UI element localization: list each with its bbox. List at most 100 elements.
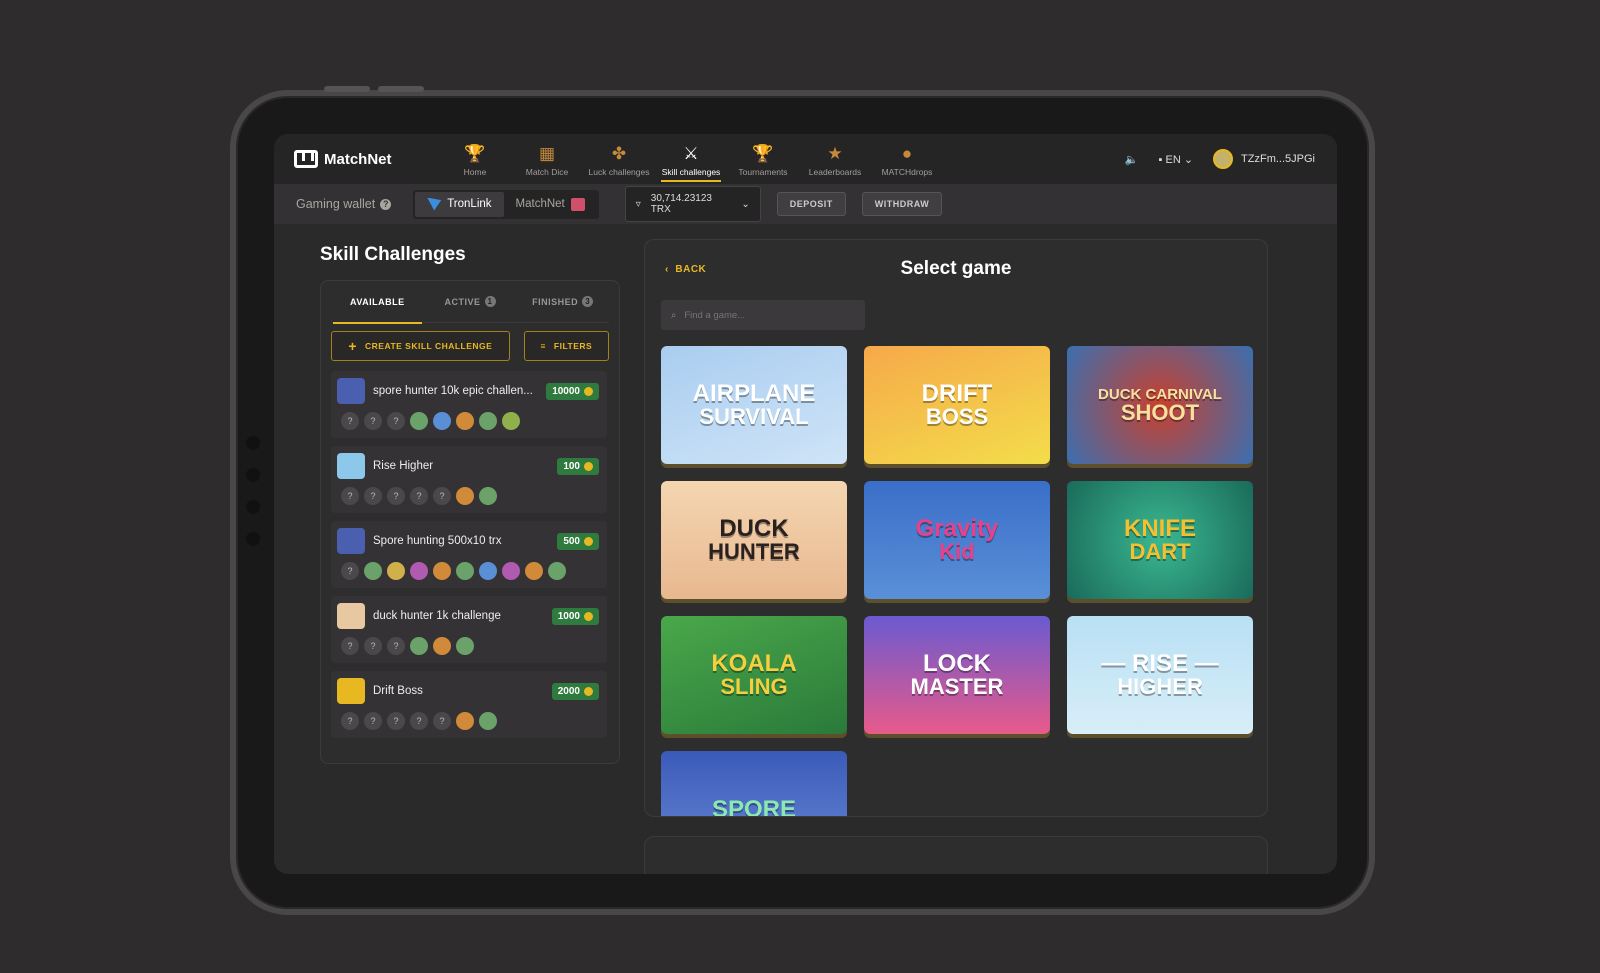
nav-item-skill-challenges[interactable]: ⚔ Skill challenges <box>655 136 727 182</box>
trophy-icon: 🏆 <box>752 143 774 163</box>
prize-badge: 100 <box>557 457 599 475</box>
game-card[interactable]: KOALA SLING <box>661 616 847 734</box>
create-skill-challenge-button[interactable]: + CREATE SKILL CHALLENGE <box>331 331 510 361</box>
balance-dropdown[interactable]: ▿ 30,714.23123 TRX ⌄ <box>624 186 761 222</box>
game-title-line2: SURVIVAL <box>699 404 809 429</box>
search-icon: ⌕ <box>671 309 677 321</box>
empty-slot-icon: ? <box>410 487 428 505</box>
game-card[interactable]: — RISE — HIGHER <box>1067 616 1253 734</box>
game-title: LOCK MASTER <box>911 652 1004 698</box>
game-title-line1: DUCK <box>719 515 789 542</box>
nav-item-leaderboards[interactable]: ★ Leaderboards <box>799 136 871 182</box>
game-card[interactable]: DRIFT BOSS <box>864 346 1050 464</box>
tab-finished[interactable]: FINISHED 3 <box>516 281 609 323</box>
logo-text: MatchNet <box>324 150 392 168</box>
trophy-key-icon: 🏆 <box>464 143 486 163</box>
empty-slot-icon: ? <box>364 412 382 430</box>
coin-icon <box>584 611 593 621</box>
challenge-name: Rise Higher <box>373 460 434 472</box>
matchnet-logo-icon <box>294 150 318 168</box>
challenge-name: Spore hunting 500x10 trx <box>373 535 502 547</box>
challenges-panel: AVAILABLE ACTIVE 1 FINISHED 3 + CREATE SKI… <box>320 280 620 764</box>
empty-slot-icon: ? <box>364 487 382 505</box>
list-item[interactable]: duck hunter 1k challenge 1000??? <box>331 596 607 663</box>
tab-available[interactable]: AVAILABLE <box>331 281 424 324</box>
player-avatar <box>548 562 566 580</box>
empty-slot-icon: ? <box>364 712 382 730</box>
matchnet-logo[interactable]: MatchNet <box>294 150 439 168</box>
list-item[interactable]: Rise Higher 100????? <box>331 446 607 513</box>
prize-badge: 2000 <box>551 682 599 700</box>
game-title-line1: KOALA <box>711 650 797 677</box>
player-avatar <box>502 562 520 580</box>
help-icon[interactable]: ? <box>380 198 392 210</box>
tab-matchnet[interactable]: MatchNet <box>504 192 597 217</box>
prize-value: 500 <box>563 535 580 547</box>
game-search[interactable]: ⌕ <box>661 300 865 330</box>
game-card[interactable]: DUCK HUNTER <box>661 481 847 599</box>
tab-active[interactable]: ACTIVE 1 <box>424 281 517 323</box>
tab-tronlink[interactable]: TronLink <box>415 191 504 217</box>
player-avatar <box>387 562 405 580</box>
skill-challenges-section: Skill Challenges AVAILABLE ACTIVE 1 FINIS… <box>320 244 620 764</box>
challenge-tabs: AVAILABLE ACTIVE 1 FINISHED 3 <box>331 281 609 324</box>
nav-item-home[interactable]: 🏆 Home <box>439 136 511 182</box>
game-title-line2: MASTER <box>910 674 1004 699</box>
empty-slot-icon: ? <box>387 637 405 655</box>
deposit-button[interactable]: DEPOSIT <box>776 192 846 216</box>
challenge-thumbnail <box>337 378 365 404</box>
tab-tronlink-label: TronLink <box>447 198 492 210</box>
star-icon: ★ <box>827 143 843 163</box>
player-slots: ??? <box>337 637 599 655</box>
empty-slot-icon: ? <box>387 412 405 430</box>
game-card[interactable]: DUCK CARNIVAL SHOOT <box>1067 346 1253 464</box>
game-title: Gravity Kid <box>916 517 999 563</box>
challenge-actions: + CREATE SKILL CHALLENGE ≡ FILTERS <box>331 331 609 361</box>
nav-item-luck-challenges[interactable]: ✤ Luck challenges <box>583 136 655 182</box>
nav-item-label: Luck challenges <box>588 166 650 177</box>
challenge-name: spore hunter 10k epic challen... <box>373 385 533 397</box>
game-card[interactable]: LOCK MASTER <box>864 616 1050 734</box>
prize-value: 100 <box>563 460 580 472</box>
list-item[interactable]: Drift Boss 2000????? <box>331 671 607 738</box>
empty-slot-icon: ? <box>433 712 451 730</box>
game-card[interactable]: SPORE <box>661 751 847 816</box>
game-title-line2: SLING <box>720 674 788 699</box>
game-card[interactable]: KNIFE DART <box>1067 481 1253 599</box>
nav-item-tournaments[interactable]: 🏆 Tournaments <box>727 136 799 182</box>
tab-available-label: AVAILABLE <box>350 296 405 307</box>
game-card[interactable]: AIRPLANE SURVIVAL <box>661 346 847 464</box>
game-card[interactable]: Gravity Kid <box>864 481 1050 599</box>
challenge-name: duck hunter 1k challenge <box>373 610 501 622</box>
sound-icon[interactable]: 🔈 <box>1125 153 1139 166</box>
challenge-thumbnail <box>337 528 365 554</box>
language-selector[interactable]: ▪ EN ⌄ <box>1159 153 1194 166</box>
nav-item-match-dice[interactable]: ▦ Match Dice <box>511 136 583 182</box>
game-title-line1: KNIFE <box>1124 515 1196 542</box>
top-navigation: MatchNet 🏆 Home ▦ Match Dice ✤ Luck challenge… <box>274 134 1337 184</box>
challenge-list[interactable]: spore hunter 10k epic challen... 10000???… <box>331 371 609 763</box>
prize-badge: 1000 <box>551 607 599 625</box>
player-slots: ????? <box>337 712 599 730</box>
empty-slot-icon: ? <box>341 487 359 505</box>
withdraw-button[interactable]: WITHDRAW <box>861 192 943 216</box>
nav-item-label: Tournaments <box>738 166 788 177</box>
nav-item-matchdrops[interactable]: ● MATCHdrops <box>871 136 943 182</box>
challenge-header: duck hunter 1k challenge 1000 <box>337 603 599 629</box>
game-title-line2: HUNTER <box>708 539 800 564</box>
search-input[interactable] <box>684 309 845 321</box>
player-avatar <box>479 487 497 505</box>
game-title-line2: SHOOT <box>1120 399 1200 425</box>
empty-slot-icon: ? <box>433 487 451 505</box>
user-menu[interactable]: TZzFm...5JPGi <box>1213 149 1315 169</box>
list-item[interactable]: spore hunter 10k epic challen... 10000??? <box>331 371 607 438</box>
bottom-panel <box>644 836 1268 874</box>
list-item[interactable]: Spore hunting 500x10 trx 500? <box>331 521 607 588</box>
prize-value: 2000 <box>557 685 580 697</box>
challenge-thumbnail <box>337 678 365 704</box>
player-slots: ? <box>337 562 599 580</box>
player-avatar <box>433 412 451 430</box>
filters-button[interactable]: ≡ FILTERS <box>523 331 609 361</box>
tronlink-icon <box>427 197 442 211</box>
game-title-line2: BOSS <box>925 404 989 429</box>
